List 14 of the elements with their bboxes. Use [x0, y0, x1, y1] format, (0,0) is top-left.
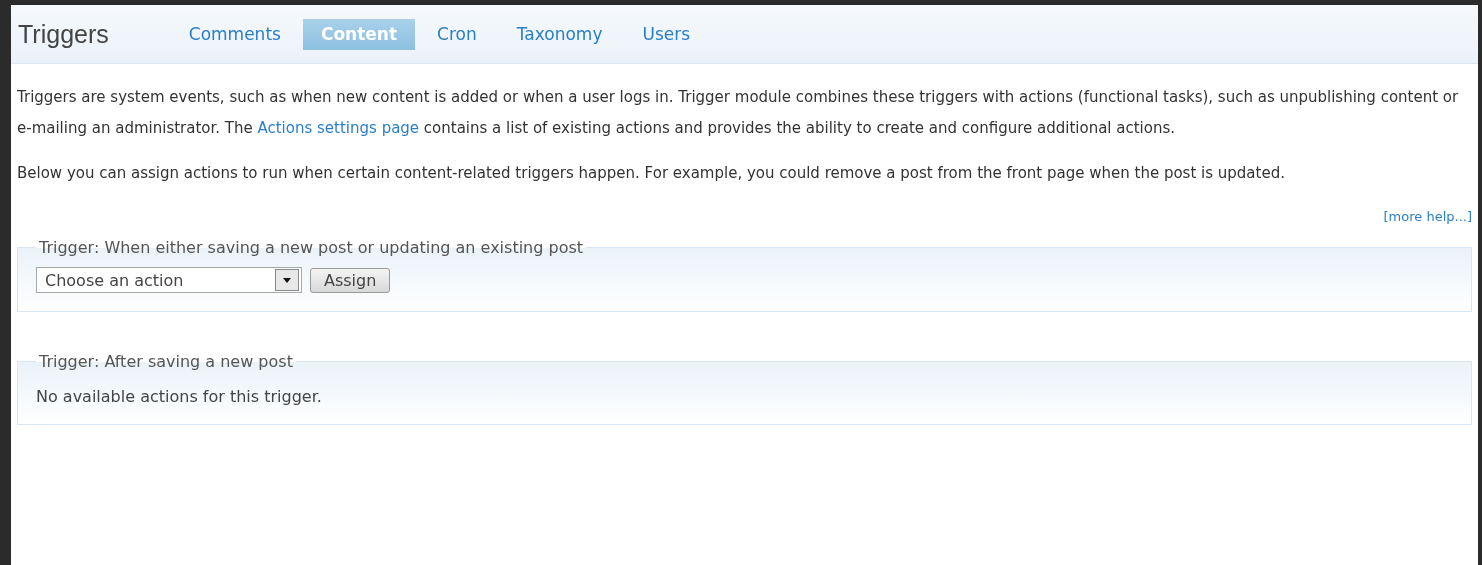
help-paragraph: Below you can assign actions to run when certain content-related triggers happen. For example, you could remove a post from the front page when the post is updated.	[17, 163, 1286, 184]
tab[interactable]: Cron	[419, 18, 495, 50]
tab[interactable]: Taxonomy	[498, 18, 621, 50]
tab[interactable]: Users	[624, 18, 709, 50]
actions-settings-link[interactable]: Actions settings page	[257, 119, 420, 137]
page-title: Triggers	[18, 19, 109, 49]
tab[interactable]: Comments	[170, 18, 299, 50]
assign-button[interactable]: Assign	[310, 267, 391, 293]
trigger-legend: Trigger: When either saving a new post or updating an existing post	[36, 238, 587, 257]
more-help-link[interactable]: [more help...]	[1383, 209, 1472, 224]
trigger-legend: Trigger: After saving a new post	[36, 352, 296, 371]
empty-message: No available actions for this trigger.	[36, 387, 323, 406]
action-select[interactable]: Choose an action	[36, 267, 302, 293]
help-paragraph: Triggers are system events, such as when new content is added or when a user logs in. Trigger module combines these triggers with actions (functional tasks), such as unpublishing content or e-mailing an administrator. The Actions settings page contains a list of existing actions and provides the ability to create and configure additional actions.	[17, 87, 1460, 139]
